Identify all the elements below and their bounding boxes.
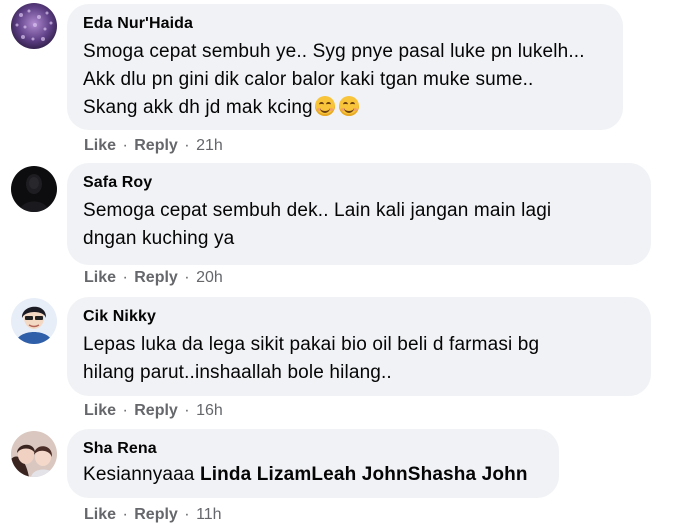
reply-button[interactable]: Reply <box>134 506 178 523</box>
smiling-face-emoji-icon <box>314 96 335 116</box>
comment-actions: Like · Reply · 21h <box>84 136 223 156</box>
separator: · <box>184 269 190 286</box>
separator: · <box>122 402 128 419</box>
tagged-user-link[interactable]: Leah John <box>311 464 407 485</box>
tagged-user-link[interactable]: Linda Lizam <box>200 464 311 485</box>
avatar[interactable] <box>11 166 57 212</box>
comment-actions: Like · Reply · 16h <box>84 401 223 421</box>
like-button[interactable]: Like <box>84 402 116 419</box>
comment-actions: Like · Reply · 11h <box>84 505 222 525</box>
comment-author[interactable]: Cik Nikky <box>83 307 635 327</box>
reply-button[interactable]: Reply <box>134 402 178 419</box>
comment-bubble: Safa Roy Semoga cepat sembuh dek.. Lain … <box>67 163 651 265</box>
comment-text-line: dngan kuching ya <box>83 228 235 249</box>
tagged-user-link[interactable]: Shasha John <box>408 464 528 485</box>
comment-bubble: Eda Nur'Haida Smoga cepat sembuh ye.. Sy… <box>67 4 623 130</box>
comment-timestamp[interactable]: 21h <box>196 137 223 154</box>
separator: · <box>122 137 128 154</box>
separator: · <box>184 506 190 523</box>
like-button[interactable]: Like <box>84 137 116 154</box>
like-button[interactable]: Like <box>84 506 116 523</box>
comment-bubble: Sha Rena Kesiannyaaa Linda LizamLeah Joh… <box>67 429 559 498</box>
like-button[interactable]: Like <box>84 269 116 286</box>
comment-author[interactable]: Safa Roy <box>83 173 635 193</box>
comment-text-line: Smoga cepat sembuh ye.. Syg pnye pasal l… <box>83 41 585 62</box>
comment-text-line: Lepas luka da lega sikit pakai bio oil b… <box>83 334 540 355</box>
comment-text-prefix: Kesiannyaaa <box>83 464 200 485</box>
avatar[interactable] <box>11 298 57 344</box>
comment-actions: Like · Reply · 20h <box>84 268 223 288</box>
separator: · <box>184 402 190 419</box>
comment-timestamp[interactable]: 11h <box>196 506 222 523</box>
comment-bubble: Cik Nikky Lepas luka da lega sikit pakai… <box>67 297 651 396</box>
reply-button[interactable]: Reply <box>134 137 178 154</box>
comment-text-line: Semoga cepat sembuh dek.. Lain kali jang… <box>83 200 552 221</box>
avatar[interactable] <box>11 3 57 49</box>
comment-author[interactable]: Eda Nur'Haida <box>83 14 607 34</box>
comment-text: Kesiannyaaa Linda LizamLeah JohnShasha J… <box>83 461 543 489</box>
comment-text-line: Kesiannyaaa Linda LizamLeah JohnShasha J… <box>83 461 543 489</box>
separator: · <box>184 137 190 154</box>
comment-text: Smoga cepat sembuh ye.. Syg pnye pasal l… <box>83 38 607 122</box>
separator: · <box>122 506 128 523</box>
comment-text: Lepas luka da lega sikit pakai bio oil b… <box>83 331 635 387</box>
comment-text-line-content: Skang akk dh jd mak kcing <box>83 97 313 118</box>
reply-button[interactable]: Reply <box>134 269 178 286</box>
comment-author[interactable]: Sha Rena <box>83 439 543 459</box>
comment-text-line: Akk dlu pn gini dik calor balor kaki tga… <box>83 69 534 90</box>
comment-text-line: hilang parut..inshaallah bole hilang.. <box>83 362 392 383</box>
avatar[interactable] <box>11 431 57 477</box>
separator: · <box>122 269 128 286</box>
comment-timestamp[interactable]: 16h <box>196 402 223 419</box>
comment-text-line: Skang akk dh jd mak kcing <box>83 94 607 122</box>
smiling-face-emoji-icon <box>338 96 359 116</box>
comment-timestamp[interactable]: 20h <box>196 269 223 286</box>
comment-text: Semoga cepat sembuh dek.. Lain kali jang… <box>83 197 635 253</box>
